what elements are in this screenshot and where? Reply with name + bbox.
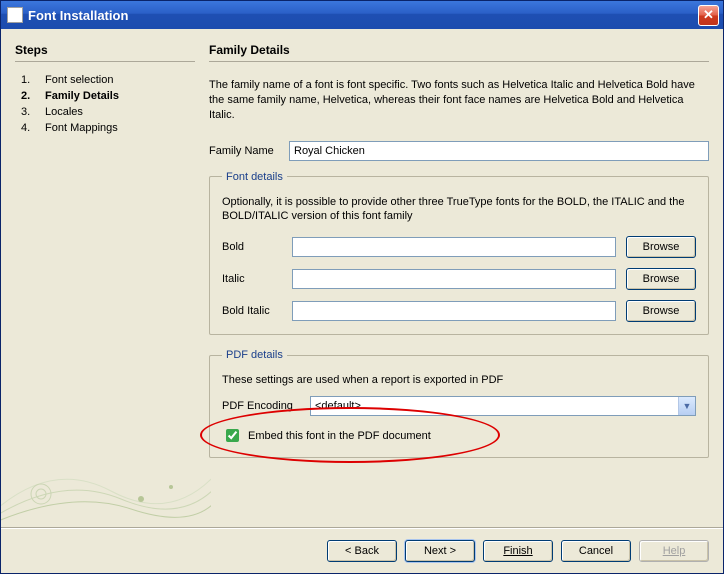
next-button[interactable]: Next > xyxy=(405,540,475,562)
pdf-encoding-combo[interactable]: <default> ▼ xyxy=(310,396,696,416)
step-number: 2. xyxy=(21,90,35,102)
content-area: Steps 1. Font selection 2. Family Detail… xyxy=(1,29,723,527)
italic-input[interactable] xyxy=(292,269,616,289)
back-button[interactable]: < Back xyxy=(327,540,397,562)
close-icon: ✕ xyxy=(703,7,714,23)
help-button[interactable]: Help xyxy=(639,540,709,562)
step-family-details: 2. Family Details xyxy=(15,88,195,104)
bold-italic-input[interactable] xyxy=(292,301,616,321)
font-details-legend: Font details xyxy=(222,171,287,183)
main-pane: Family Details The family name of a font… xyxy=(209,43,709,527)
step-number: 3. xyxy=(21,106,35,118)
pdf-details-description: These settings are used when a report is… xyxy=(222,373,696,388)
step-number: 1. xyxy=(21,74,35,86)
pdf-details-legend: PDF details xyxy=(222,349,287,361)
main-heading: Family Details xyxy=(209,43,709,57)
step-locales: 3. Locales xyxy=(15,104,195,120)
family-name-label: Family Name xyxy=(209,145,289,157)
step-label: Font selection xyxy=(45,74,113,86)
window-title: Font Installation xyxy=(28,8,698,23)
step-label: Family Details xyxy=(45,90,119,102)
italic-label: Italic xyxy=(222,273,282,285)
chevron-down-icon: ▼ xyxy=(678,397,695,415)
bold-browse-button[interactable]: Browse xyxy=(626,236,696,258)
bold-input[interactable] xyxy=(292,237,616,257)
steps-list: 1. Font selection 2. Family Details 3. L… xyxy=(15,72,195,136)
italic-browse-button[interactable]: Browse xyxy=(626,268,696,290)
bold-label: Bold xyxy=(222,241,282,253)
embed-font-row: Embed this font in the PDF document xyxy=(222,426,696,445)
steps-heading: Steps xyxy=(15,43,195,57)
divider xyxy=(15,61,195,62)
pdf-encoding-label: PDF Encoding xyxy=(222,400,302,412)
description-text: The family name of a font is font specif… xyxy=(209,78,709,123)
step-font-selection: 1. Font selection xyxy=(15,72,195,88)
font-details-description: Optionally, it is possible to provide ot… xyxy=(222,195,696,225)
steps-pane: Steps 1. Font selection 2. Family Detail… xyxy=(15,43,195,527)
bold-row: Bold Browse xyxy=(222,236,696,258)
step-font-mappings: 4. Font Mappings xyxy=(15,120,195,136)
step-number: 4. xyxy=(21,122,35,134)
titlebar: Font Installation ✕ xyxy=(1,1,723,29)
finish-button[interactable]: Finish xyxy=(483,540,553,562)
family-name-input[interactable] xyxy=(289,141,709,161)
bold-italic-browse-button[interactable]: Browse xyxy=(626,300,696,322)
family-name-row: Family Name xyxy=(209,141,709,161)
embed-font-label: Embed this font in the PDF document xyxy=(248,430,431,442)
main-body: The family name of a font is font specif… xyxy=(209,72,709,527)
embed-font-checkbox[interactable] xyxy=(226,429,239,442)
button-bar: < Back Next > Finish Cancel Help xyxy=(1,528,723,572)
bold-italic-row: Bold Italic Browse xyxy=(222,300,696,322)
app-icon xyxy=(7,7,23,23)
bold-italic-label: Bold Italic xyxy=(222,305,282,317)
pdf-encoding-row: PDF Encoding <default> ▼ xyxy=(222,396,696,416)
font-details-group: Font details Optionally, it is possible … xyxy=(209,171,709,336)
cancel-button[interactable]: Cancel xyxy=(561,540,631,562)
divider xyxy=(209,61,709,62)
close-button[interactable]: ✕ xyxy=(698,5,719,26)
decorative-swirl xyxy=(1,419,211,529)
step-label: Font Mappings xyxy=(45,122,118,134)
pdf-details-group: PDF details These settings are used when… xyxy=(209,349,709,458)
pdf-encoding-value: <default> xyxy=(315,400,361,412)
italic-row: Italic Browse xyxy=(222,268,696,290)
step-label: Locales xyxy=(45,106,83,118)
